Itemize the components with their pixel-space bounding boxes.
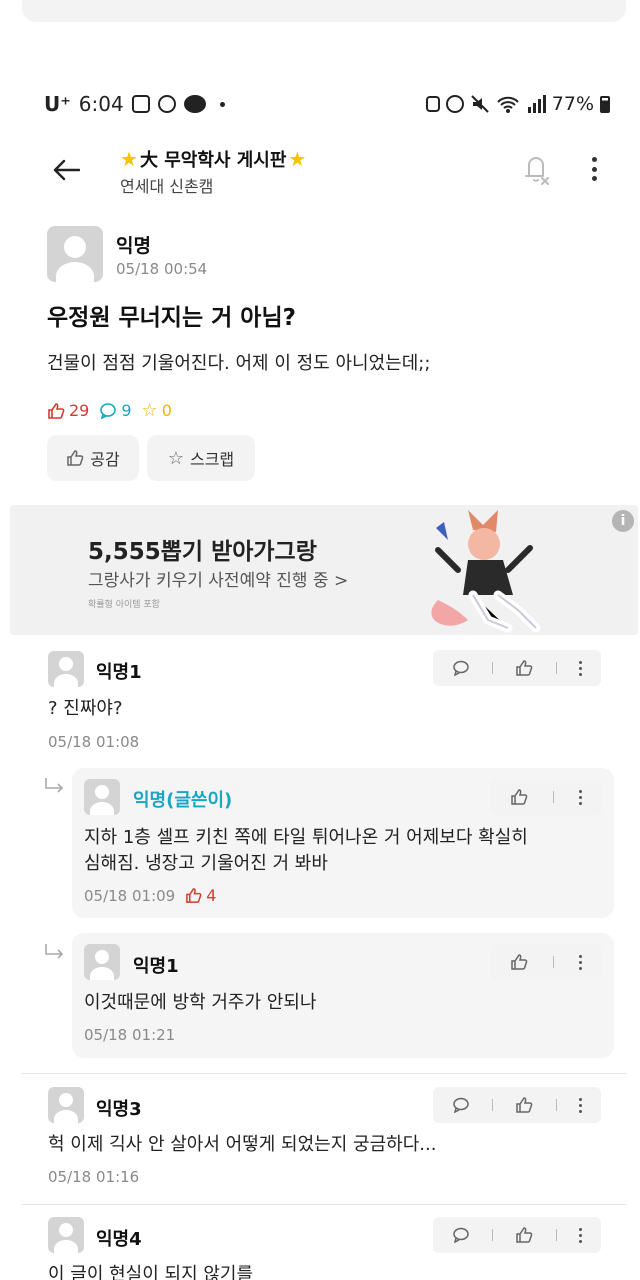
comment-avatar bbox=[48, 651, 84, 687]
comment-author: 익명1 bbox=[96, 662, 142, 683]
back-arrow-icon bbox=[53, 159, 80, 181]
reply-arrow-icon bbox=[45, 778, 64, 793]
reply-actions bbox=[490, 944, 602, 980]
reply-avatar bbox=[84, 779, 120, 815]
reply-text-line2: 심해짐. 냉장고 기울어진 거 봐바 bbox=[84, 853, 328, 874]
reply-meta: 05/18 01:09 4 bbox=[84, 886, 216, 905]
ad-info-icon[interactable]: i bbox=[612, 510, 634, 532]
star-outline-icon: ☆ bbox=[167, 447, 184, 469]
comment-avatar bbox=[48, 1217, 84, 1253]
clock: 6:04 bbox=[78, 92, 124, 116]
emoji-icon bbox=[157, 95, 176, 113]
reply-author: 익명1 bbox=[133, 956, 179, 977]
scrap-button[interactable]: ☆ 스크랩 bbox=[147, 435, 255, 481]
star-icon: ★ bbox=[288, 147, 307, 171]
reply-icon[interactable] bbox=[452, 1097, 470, 1113]
reply-more-icon[interactable] bbox=[578, 954, 582, 970]
more-options-button[interactable] bbox=[584, 154, 604, 184]
reply-date: 05/18 01:21 bbox=[84, 1026, 176, 1044]
reply-date: 05/18 01:09 bbox=[84, 886, 176, 905]
reply-icon[interactable] bbox=[452, 660, 470, 676]
comment-more-icon[interactable] bbox=[578, 660, 582, 676]
wifi-icon bbox=[497, 96, 519, 113]
thumbs-up-icon bbox=[48, 402, 65, 419]
comment-date: 05/18 01:16 bbox=[48, 1168, 140, 1186]
comment-more-icon[interactable] bbox=[578, 1097, 582, 1113]
thumbs-up-icon[interactable] bbox=[515, 1096, 533, 1114]
like-button-label: 공감 bbox=[90, 450, 120, 469]
thumbs-up-icon[interactable] bbox=[510, 953, 528, 971]
comment-date: 05/18 01:08 bbox=[48, 733, 140, 751]
like-count: 29 bbox=[47, 401, 89, 420]
star-icon: ★ bbox=[120, 147, 138, 171]
comment-author: 익명4 bbox=[96, 1229, 142, 1250]
comment-actions bbox=[433, 1217, 601, 1253]
reply-avatar bbox=[84, 944, 120, 980]
ad-subtitle[interactable]: 그랑사가 키우기 사전예약 진행 중 > bbox=[88, 566, 348, 591]
comment-actions bbox=[433, 650, 601, 686]
gallery-icon bbox=[131, 95, 150, 113]
comment-author: 익명3 bbox=[96, 1099, 142, 1120]
kakaotalk-icon bbox=[183, 95, 206, 113]
battery-percent: 77% bbox=[551, 93, 594, 115]
thumbs-up-icon bbox=[67, 450, 84, 466]
post-author: 익명 bbox=[116, 235, 151, 257]
comment-text: 헉 이제 긱사 안 살아서 어떻게 되었는지 궁금하다... bbox=[48, 1134, 437, 1155]
thumbs-up-icon[interactable] bbox=[510, 788, 528, 806]
carrier-label: U⁺ bbox=[44, 92, 71, 116]
reply-arrow-icon bbox=[45, 944, 64, 959]
comment-icon bbox=[100, 402, 117, 419]
scrap-count: ☆ 0 bbox=[141, 400, 172, 421]
reply-icon[interactable] bbox=[452, 1227, 470, 1243]
author-avatar bbox=[47, 226, 103, 282]
thumbs-up-icon[interactable] bbox=[515, 1226, 533, 1244]
notification-off-button[interactable] bbox=[520, 152, 552, 186]
reply-author-writer: 익명(글쓴이) bbox=[133, 790, 233, 811]
comment-actions bbox=[433, 1087, 601, 1123]
reply-text: 이것때문에 방학 거주가 안되나 bbox=[84, 992, 317, 1013]
battery-saver-icon bbox=[425, 96, 440, 112]
more-notifications-icon bbox=[219, 101, 225, 107]
post-stats: 29 9 ☆ 0 bbox=[47, 400, 172, 421]
mute-icon bbox=[471, 95, 489, 113]
thumbs-up-icon bbox=[186, 888, 202, 903]
post-body: 건물이 점점 기울어진다. 어제 이 정도 아니었는데;; bbox=[47, 353, 431, 374]
reply-like-count: 4 bbox=[185, 886, 216, 905]
comment-more-icon[interactable] bbox=[578, 1227, 582, 1243]
reply-text-line1: 지하 1층 셀프 키친 쪽에 타일 튀어나온 거 어제보다 확실히 bbox=[84, 827, 528, 848]
signal-icon bbox=[527, 95, 546, 113]
comment-text: ? 진짜야? bbox=[48, 698, 123, 719]
ad-character-image bbox=[431, 510, 541, 633]
alarm-icon bbox=[445, 95, 464, 113]
board-subtitle: 연세대 신촌캠 bbox=[120, 177, 214, 196]
comment-text: 이 글이 현실이 되지 않기를 bbox=[48, 1264, 254, 1280]
like-button[interactable]: 공감 bbox=[47, 435, 139, 481]
comment-divider bbox=[22, 1204, 626, 1205]
reply-actions bbox=[490, 779, 602, 815]
post-title: 우정원 무너지는 거 아님? bbox=[47, 305, 296, 331]
battery-icon bbox=[600, 95, 610, 113]
ad-fine-print: 확률형 아이템 포함 bbox=[88, 600, 160, 610]
board-title: ★ 大 무악학사 게시판 ★ bbox=[120, 146, 306, 172]
comment-count: 9 bbox=[99, 401, 132, 420]
reply-more-icon[interactable] bbox=[578, 789, 582, 805]
ad-title[interactable]: 5,555뽑기 받아가그랑 bbox=[88, 532, 317, 566]
thumbs-up-icon[interactable] bbox=[515, 659, 533, 677]
status-bar: U⁺ 6:04 77% bbox=[44, 90, 610, 118]
previous-card-edge bbox=[22, 0, 626, 22]
comment-divider bbox=[22, 1073, 626, 1074]
post-date: 05/18 00:54 bbox=[116, 260, 208, 278]
board-title-text: 大 무악학사 게시판 bbox=[139, 150, 287, 171]
comment-avatar bbox=[48, 1087, 84, 1123]
back-button[interactable] bbox=[48, 152, 84, 188]
scrap-star-icon: ☆ bbox=[141, 400, 158, 421]
bell-off-icon bbox=[525, 157, 549, 185]
scrap-button-label: 스크랩 bbox=[189, 450, 235, 469]
